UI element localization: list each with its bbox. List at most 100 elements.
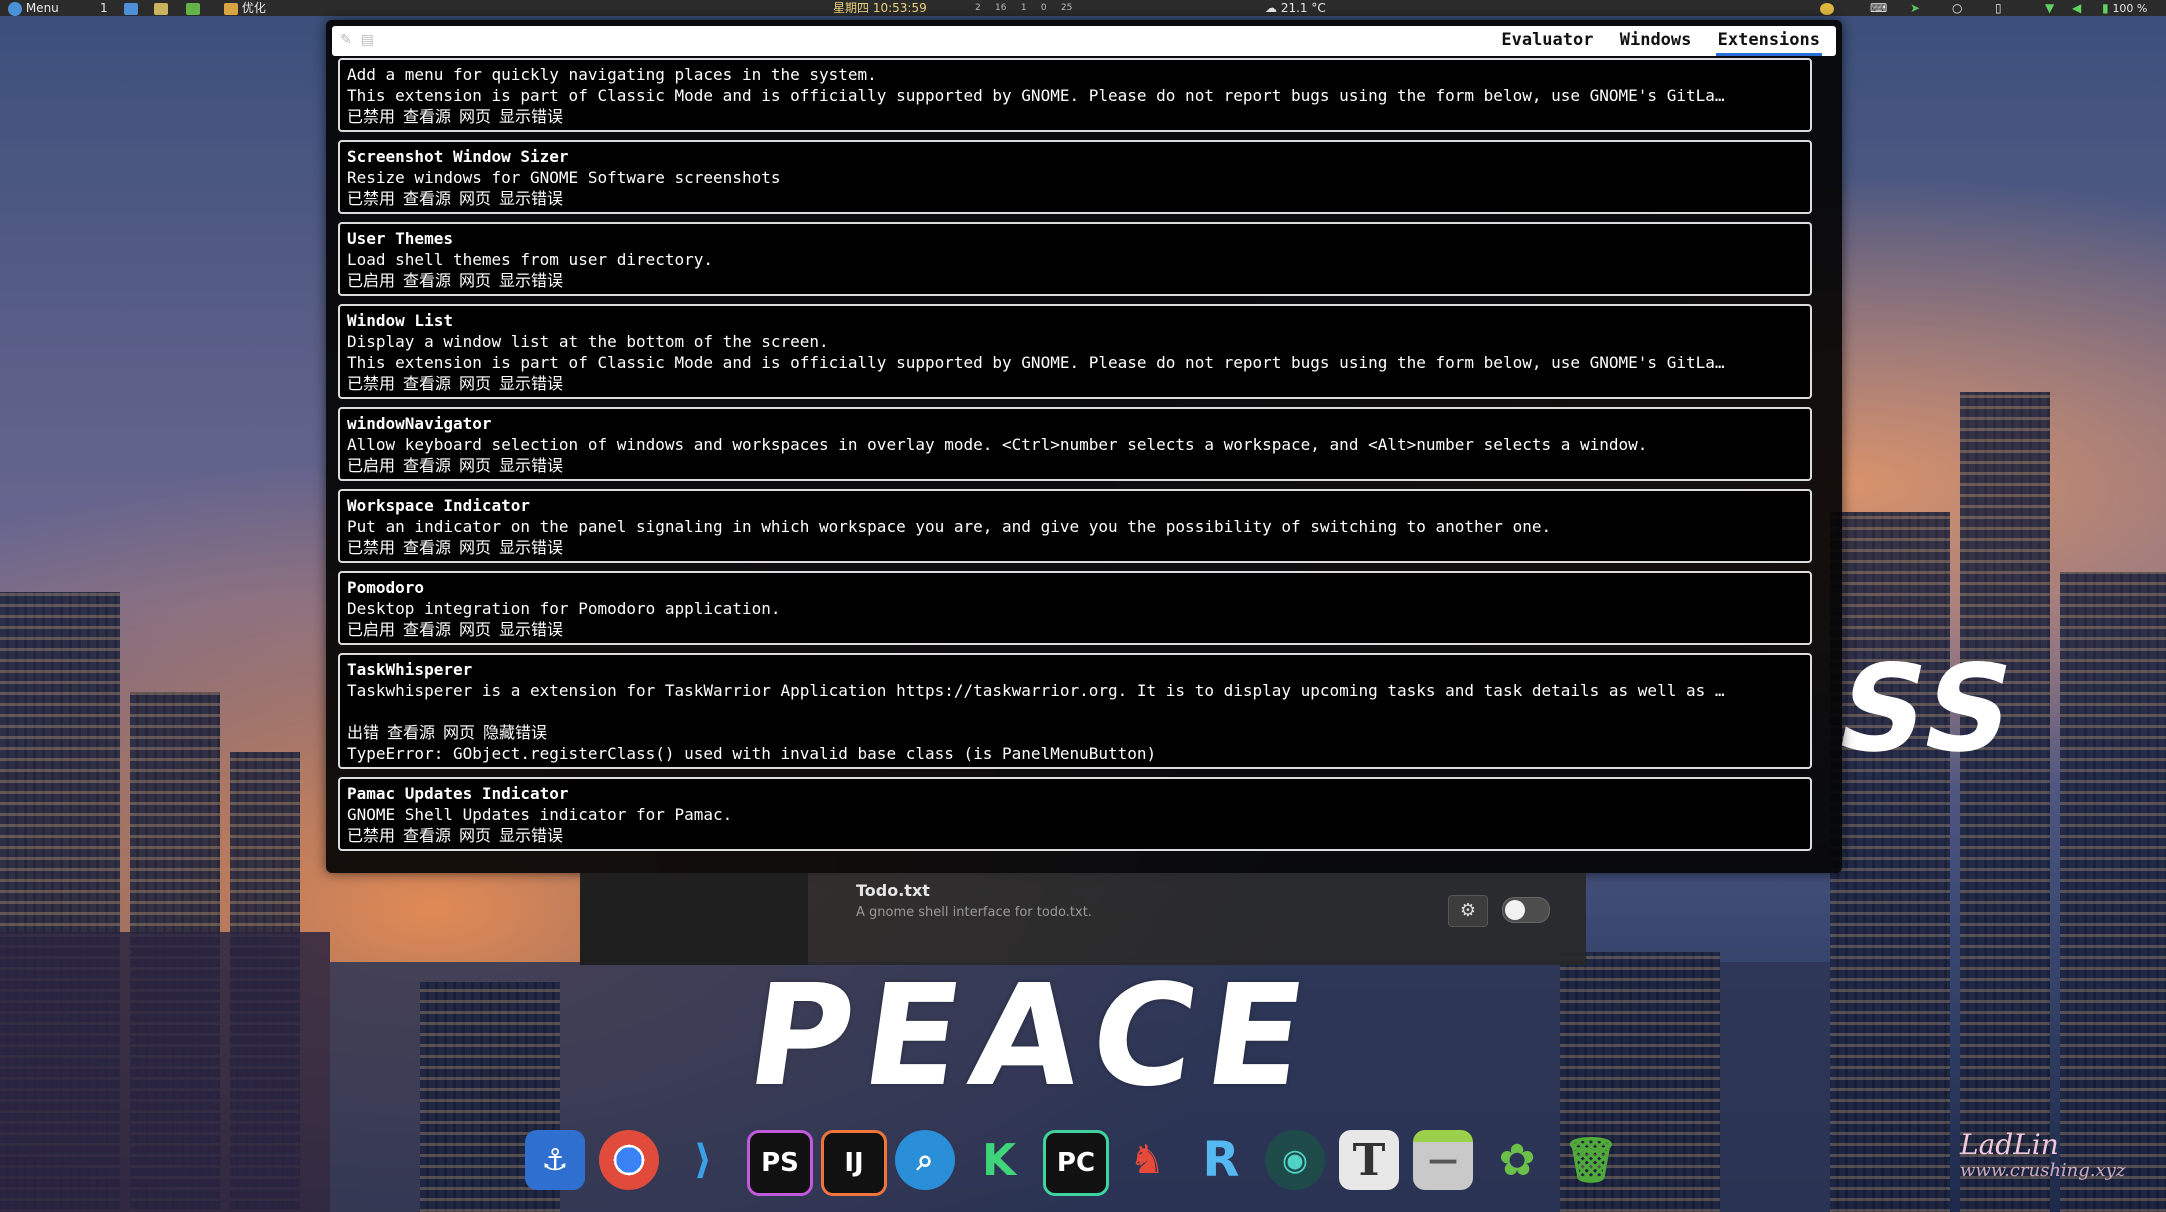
system-monitor[interactable]: 2 16 1 0 25 [975,0,1072,16]
show-errors-link[interactable]: 显示错误 [499,826,563,845]
view-source-link[interactable]: 查看源 [403,271,451,290]
inspector-icon[interactable]: ✎ [340,32,352,48]
files-launcher[interactable] [124,0,138,16]
extension-state[interactable]: 已禁用 [347,826,395,845]
battery-indicator[interactable]: ▮ 100 % [2102,0,2147,17]
circle-icon[interactable]: ○ [1952,0,1962,16]
watermark-url: www.crushing.xyz [1960,1160,2126,1181]
show-errors-link[interactable]: 显示错误 [499,189,563,208]
show-errors-link[interactable]: 显示错误 [499,538,563,557]
view-source-link[interactable]: 查看源 [387,723,435,742]
web-page-link[interactable]: 网页 [443,723,475,742]
phpstorm-icon[interactable]: PS [747,1130,813,1196]
battery-icon: ▮ [2102,1,2109,15]
view-source-link[interactable]: 查看源 [403,189,451,208]
extension-description: Load shell themes from user directory. [347,250,714,269]
gnome-tweaks-icon[interactable]: ✿ [1487,1130,1547,1190]
extension-state[interactable]: 已启用 [347,456,395,475]
extension-item: TaskWhisperer Taskwhisperer is a extensi… [338,653,1812,769]
extension-state[interactable]: 已禁用 [347,189,395,208]
web-page-link[interactable]: 网页 [459,374,491,393]
paw-icon [186,2,200,15]
view-source-link[interactable]: 查看源 [403,456,451,475]
extension-toggle[interactable] [1502,897,1550,923]
gitkraken-icon[interactable]: ◉ [1265,1130,1325,1190]
extension-item: Pomodoro Desktop integration for Pomodor… [338,571,1812,645]
extension-name: TaskWhisperer [347,660,473,679]
anchor-icon[interactable]: ⚓ [525,1130,585,1190]
intellij-icon[interactable]: IJ [821,1130,887,1196]
keyboard-icon[interactable]: ⌨ [1870,0,1887,16]
trash-icon[interactable]: 🗑 [1561,1130,1621,1190]
weather[interactable]: ☁ 21.1 °C [1265,0,1326,16]
hide-errors-link[interactable]: 隐藏错误 [483,723,547,742]
extension-state[interactable]: 已启用 [347,271,395,290]
extension-error-text: TypeError: GObject.registerClass() used … [347,744,1157,763]
extension-state[interactable]: 已启用 [347,620,395,639]
r-icon[interactable]: R [1191,1130,1251,1190]
battery-percent: 100 % [2112,2,2148,15]
extension-description: Taskwhisperer is a extension for TaskWar… [347,681,1725,700]
chrome-icon[interactable] [599,1130,659,1190]
tweaks-launcher[interactable] [186,0,200,16]
memory-icon[interactable]: ▤ [361,32,374,48]
web-page-link[interactable]: 网页 [459,271,491,290]
web-page-link[interactable]: 网页 [459,456,491,475]
show-errors-link[interactable]: 显示错误 [499,620,563,639]
extension-state[interactable]: 已禁用 [347,374,395,393]
view-source-link[interactable]: 查看源 [403,620,451,639]
files-icon[interactable]: — [1413,1130,1473,1190]
active-app[interactable]: 优化 [224,0,266,16]
extension-name: windowNavigator [347,414,492,433]
telegram-icon[interactable]: ➤ [1910,0,1920,16]
active-app-label: 优化 [241,1,266,15]
view-source-link[interactable]: 查看源 [403,107,451,126]
tab-evaluator[interactable]: Evaluator [1499,30,1595,53]
watermark-name: LadLin [1960,1128,2059,1161]
show-errors-link[interactable]: 显示错误 [499,107,563,126]
typora-icon[interactable]: T [1339,1130,1399,1190]
menu-button[interactable]: Menu [8,0,59,16]
web-page-link[interactable]: 网页 [459,107,491,126]
top-panel: Menu 1 优化 星期四 10:53:59 2 16 1 0 25 ☁ 21.… [0,0,2166,16]
clock[interactable]: 星期四 10:53:59 [833,0,927,16]
show-errors-link[interactable]: 显示错误 [499,374,563,393]
show-errors-link[interactable]: 显示错误 [499,456,563,475]
tab-windows[interactable]: Windows [1618,30,1694,53]
web-page-link[interactable]: 网页 [459,189,491,208]
extension-item: Screenshot Window Sizer Resize windows f… [338,140,1812,214]
workspace-switcher[interactable]: 1 [100,0,108,16]
volume-icon[interactable]: ◀ [2072,0,2081,16]
wifi-icon[interactable]: ▼ [2045,0,2054,16]
extension-item: windowNavigator Allow keyboard selection… [338,407,1812,481]
view-source-link[interactable]: 查看源 [403,538,451,557]
terminal-launcher[interactable] [154,0,168,16]
extension-description: Display a window list at the bottom of t… [347,332,829,351]
view-source-link[interactable]: 查看源 [403,826,451,845]
extension-description: Desktop integration for Pomodoro applica… [347,599,781,618]
vscode-icon[interactable]: ⟩ [673,1130,733,1190]
chrome-tray-icon[interactable] [1820,0,1834,16]
show-errors-link[interactable]: 显示错误 [499,271,563,290]
search-app-icon[interactable]: ⌕ [895,1130,955,1190]
app-icon [224,2,238,15]
extension-description: This extension is part of Classic Mode a… [347,353,1725,372]
extension-name: Pamac Updates Indicator [347,784,569,803]
extension-item: Add a menu for quickly navigating places… [338,58,1812,132]
kotlin-icon[interactable]: K [969,1130,1029,1190]
looking-glass-window: ✎ ▤ Evaluator Windows Extensions Add a m… [326,20,1842,873]
pycharm-icon[interactable]: PC [1043,1130,1109,1196]
web-page-link[interactable]: 网页 [459,620,491,639]
extension-state[interactable]: 出错 [347,723,379,742]
extension-state[interactable]: 已禁用 [347,107,395,126]
web-page-link[interactable]: 网页 [459,538,491,557]
settings-gear-button[interactable]: ⚙ [1448,895,1488,927]
clipboard-icon[interactable]: ▯ [1995,0,2002,16]
view-source-link[interactable]: 查看源 [403,374,451,393]
tab-extensions[interactable]: Extensions [1715,30,1822,56]
extension-row-title: Todo.txt [856,881,930,900]
stick-figure-icon[interactable]: ♞ [1117,1130,1177,1190]
menu-label: Menu [25,1,59,15]
web-page-link[interactable]: 网页 [459,826,491,845]
extension-state[interactable]: 已禁用 [347,538,395,557]
